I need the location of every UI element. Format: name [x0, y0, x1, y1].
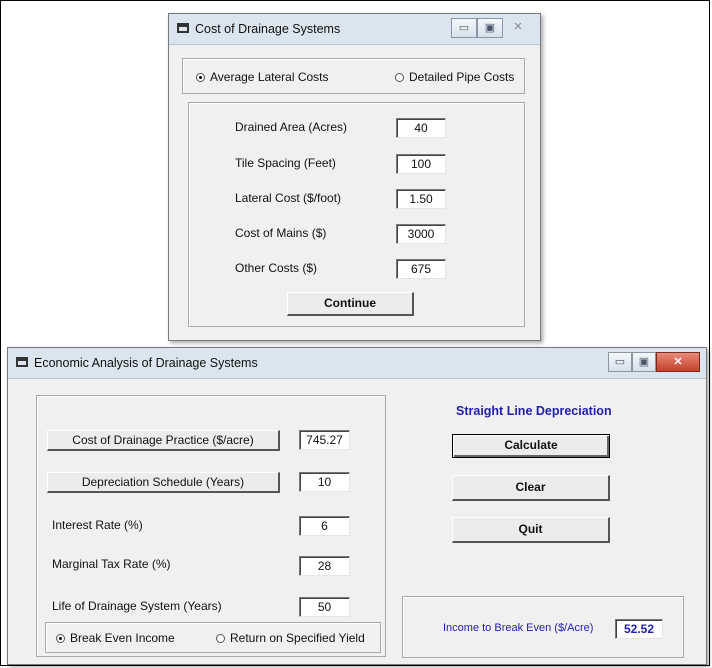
interest-rate-label: Interest Rate (%): [52, 518, 143, 532]
econ-window: Economic Analysis of Drainage Systems ▭ …: [7, 347, 707, 665]
tile-spacing-field[interactable]: 100: [396, 154, 446, 174]
radio-dot-selected: [196, 73, 205, 82]
radio-return-label: Return on Specified Yield: [230, 631, 365, 645]
clear-button[interactable]: Clear: [452, 475, 610, 501]
radio-average-lateral-label: Average Lateral Costs: [210, 70, 329, 84]
cost-radio-group: Average Lateral Costs Detailed Pipe Cost…: [182, 58, 525, 94]
result-group: Income to Break Even ($/Acre) 52.52: [402, 596, 684, 658]
lateral-cost-field[interactable]: 1.50: [396, 189, 446, 209]
minimize-icon[interactable]: ▭: [608, 352, 632, 372]
window-app-icon: [16, 357, 28, 367]
result-label: Income to Break Even ($/Acre): [443, 622, 594, 634]
minimize-icon[interactable]: ▭: [451, 18, 477, 38]
close-icon[interactable]: ✕: [656, 352, 700, 372]
econ-window-title: Economic Analysis of Drainage Systems: [34, 356, 258, 370]
drained-area-field[interactable]: 40: [396, 118, 446, 138]
radio-dot-selected: [56, 634, 65, 643]
calculate-button[interactable]: Calculate: [452, 434, 610, 458]
marginal-tax-rate-label: Marginal Tax Rate (%): [52, 557, 171, 571]
window-app-icon: [177, 23, 189, 33]
cost-window-client: Average Lateral Costs Detailed Pipe Cost…: [177, 50, 532, 332]
lateral-cost-label: Lateral Cost ($/foot): [235, 191, 342, 205]
marginal-tax-rate-field[interactable]: 28: [299, 556, 350, 576]
radio-detailed-pipe-label: Detailed Pipe Costs: [409, 70, 515, 84]
analysis-radio-group: Break Even Income Return on Specified Yi…: [45, 622, 381, 653]
cost-of-drainage-practice-button[interactable]: Cost of Drainage Practice ($/acre): [47, 430, 280, 451]
result-field: 52.52: [615, 619, 663, 639]
method-title: Straight Line Depreciation: [456, 404, 612, 418]
cost-window-titlebar[interactable]: Cost of Drainage Systems ▭ ▣ ✕: [169, 14, 540, 45]
drained-area-label: Drained Area (Acres): [235, 120, 348, 134]
other-costs-field[interactable]: 675: [396, 259, 446, 279]
cost-of-drainage-practice-field[interactable]: 745.27: [299, 430, 350, 450]
radio-dot-unselected: [216, 634, 225, 643]
maximize-icon[interactable]: ▣: [632, 352, 656, 372]
econ-window-client: Cost of Drainage Practice ($/acre) 745.2…: [14, 384, 700, 660]
depreciation-schedule-field[interactable]: 10: [299, 472, 350, 492]
radio-break-even-label: Break Even Income: [70, 631, 175, 645]
cost-window: Cost of Drainage Systems ▭ ▣ ✕ Average L…: [168, 13, 541, 341]
tile-spacing-label: Tile Spacing (Feet): [235, 156, 336, 170]
continue-button[interactable]: Continue: [287, 292, 414, 316]
radio-detailed-pipe[interactable]: Detailed Pipe Costs: [395, 70, 514, 84]
interest-rate-field[interactable]: 6: [299, 516, 350, 536]
econ-window-titlebar[interactable]: Economic Analysis of Drainage Systems ▭ …: [8, 348, 706, 379]
econ-input-group: Cost of Drainage Practice ($/acre) 745.2…: [36, 395, 386, 657]
radio-return-specified-yield[interactable]: Return on Specified Yield: [216, 631, 365, 645]
life-of-system-label: Life of Drainage System (Years): [52, 599, 222, 613]
quit-button[interactable]: Quit: [452, 517, 610, 543]
cost-of-mains-field[interactable]: 3000: [396, 224, 446, 244]
cost-window-title: Cost of Drainage Systems: [195, 22, 341, 36]
close-icon[interactable]: ✕: [503, 18, 533, 38]
radio-dot-unselected: [395, 73, 404, 82]
depreciation-schedule-button[interactable]: Depreciation Schedule (Years): [47, 472, 280, 493]
radio-average-lateral[interactable]: Average Lateral Costs: [196, 70, 329, 84]
maximize-icon[interactable]: ▣: [477, 18, 503, 38]
life-of-system-field[interactable]: 50: [299, 597, 350, 617]
cost-input-group: Drained Area (Acres) 40 Tile Spacing (Fe…: [188, 102, 525, 327]
cost-of-mains-label: Cost of Mains ($): [235, 226, 327, 240]
radio-break-even-income[interactable]: Break Even Income: [56, 631, 175, 645]
other-costs-label: Other Costs ($): [235, 261, 318, 275]
